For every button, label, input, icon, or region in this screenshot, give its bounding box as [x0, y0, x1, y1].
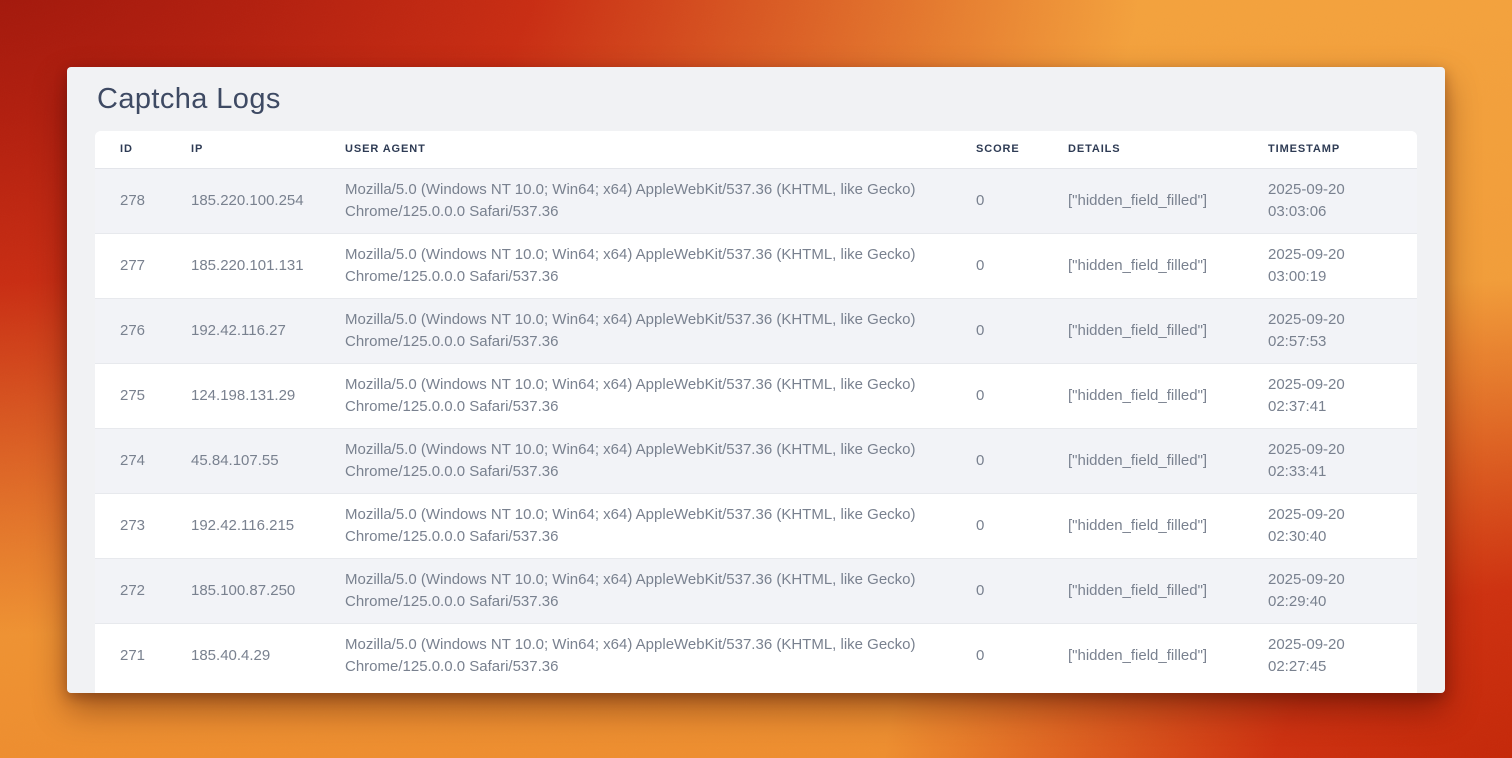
- column-header-timestamp: TIMESTAMP: [1243, 131, 1417, 168]
- column-header-details: DETAILS: [1043, 131, 1243, 168]
- cell-score: 0: [951, 298, 1043, 363]
- page-background: Captcha Logs IDIPUSER AGENTSCOREDETAILST…: [0, 0, 1512, 758]
- table-row: 278 185.220.100.254 Mozilla/5.0 (Windows…: [95, 168, 1417, 233]
- cell-user-agent: Mozilla/5.0 (Windows NT 10.0; Win64; x64…: [320, 428, 951, 493]
- cell-details: ["hidden_field_filled"]: [1043, 298, 1243, 363]
- cell-user-agent: Mozilla/5.0 (Windows NT 10.0; Win64; x64…: [320, 363, 951, 428]
- cell-id: 273: [95, 493, 166, 558]
- cell-ip: 45.84.107.55: [166, 428, 320, 493]
- captcha-logs-card: Captcha Logs IDIPUSER AGENTSCOREDETAILST…: [67, 67, 1445, 693]
- cell-id: 274: [95, 428, 166, 493]
- cell-id: 278: [95, 168, 166, 233]
- table-row: 274 45.84.107.55 Mozilla/5.0 (Windows NT…: [95, 428, 1417, 493]
- page-title: Captcha Logs: [97, 83, 281, 116]
- cell-timestamp: 2025-09-20 03:03:06: [1243, 168, 1417, 233]
- cell-timestamp: 2025-09-20 02:57:53: [1243, 298, 1417, 363]
- cell-timestamp: 2025-09-20 02:29:40: [1243, 558, 1417, 623]
- cell-ip: 185.220.101.131: [166, 233, 320, 298]
- cell-ip: 192.42.116.27: [166, 298, 320, 363]
- cell-score: 0: [951, 558, 1043, 623]
- table-row: 277 185.220.101.131 Mozilla/5.0 (Windows…: [95, 233, 1417, 298]
- cell-id: 272: [95, 558, 166, 623]
- cell-id: 275: [95, 363, 166, 428]
- cell-id: 277: [95, 233, 166, 298]
- column-header-ip: IP: [166, 131, 320, 168]
- cell-details: ["hidden_field_filled"]: [1043, 428, 1243, 493]
- cell-user-agent: Mozilla/5.0 (Windows NT 10.0; Win64; x64…: [320, 623, 951, 688]
- table-row: 271 185.40.4.29 Mozilla/5.0 (Windows NT …: [95, 623, 1417, 688]
- cell-ip: 124.198.131.29: [166, 363, 320, 428]
- column-header-user_agent: USER AGENT: [320, 131, 951, 168]
- cell-user-agent: Mozilla/5.0 (Windows NT 10.0; Win64; x64…: [320, 298, 951, 363]
- column-header-id: ID: [95, 131, 166, 168]
- cell-score: 0: [951, 168, 1043, 233]
- cell-score: 0: [951, 233, 1043, 298]
- card-header: Captcha Logs: [67, 67, 1445, 131]
- cell-details: ["hidden_field_filled"]: [1043, 363, 1243, 428]
- cell-id: 276: [95, 298, 166, 363]
- table-row: 272 185.100.87.250 Mozilla/5.0 (Windows …: [95, 558, 1417, 623]
- cell-timestamp: 2025-09-20 02:33:41: [1243, 428, 1417, 493]
- table-row: 276 192.42.116.27 Mozilla/5.0 (Windows N…: [95, 298, 1417, 363]
- cell-ip: 185.40.4.29: [166, 623, 320, 688]
- cell-timestamp: 2025-09-20 02:30:40: [1243, 493, 1417, 558]
- cell-id: 271: [95, 623, 166, 688]
- table-body: 278 185.220.100.254 Mozilla/5.0 (Windows…: [95, 168, 1417, 688]
- column-header-score: SCORE: [951, 131, 1043, 168]
- cell-details: ["hidden_field_filled"]: [1043, 623, 1243, 688]
- cell-score: 0: [951, 623, 1043, 688]
- table-row: 275 124.198.131.29 Mozilla/5.0 (Windows …: [95, 363, 1417, 428]
- cell-ip: 185.220.100.254: [166, 168, 320, 233]
- cell-user-agent: Mozilla/5.0 (Windows NT 10.0; Win64; x64…: [320, 493, 951, 558]
- cell-ip: 185.100.87.250: [166, 558, 320, 623]
- cell-user-agent: Mozilla/5.0 (Windows NT 10.0; Win64; x64…: [320, 558, 951, 623]
- table-container: IDIPUSER AGENTSCOREDETAILSTIMESTAMP 278 …: [95, 131, 1417, 693]
- captcha-logs-table: IDIPUSER AGENTSCOREDETAILSTIMESTAMP 278 …: [95, 131, 1417, 688]
- cell-details: ["hidden_field_filled"]: [1043, 168, 1243, 233]
- cell-user-agent: Mozilla/5.0 (Windows NT 10.0; Win64; x64…: [320, 233, 951, 298]
- cell-user-agent: Mozilla/5.0 (Windows NT 10.0; Win64; x64…: [320, 168, 951, 233]
- table-row: 273 192.42.116.215 Mozilla/5.0 (Windows …: [95, 493, 1417, 558]
- cell-details: ["hidden_field_filled"]: [1043, 233, 1243, 298]
- cell-score: 0: [951, 363, 1043, 428]
- cell-score: 0: [951, 428, 1043, 493]
- cell-timestamp: 2025-09-20 02:37:41: [1243, 363, 1417, 428]
- cell-timestamp: 2025-09-20 03:00:19: [1243, 233, 1417, 298]
- cell-timestamp: 2025-09-20 02:27:45: [1243, 623, 1417, 688]
- cell-details: ["hidden_field_filled"]: [1043, 558, 1243, 623]
- table-header-row: IDIPUSER AGENTSCOREDETAILSTIMESTAMP: [95, 131, 1417, 168]
- cell-ip: 192.42.116.215: [166, 493, 320, 558]
- cell-details: ["hidden_field_filled"]: [1043, 493, 1243, 558]
- cell-score: 0: [951, 493, 1043, 558]
